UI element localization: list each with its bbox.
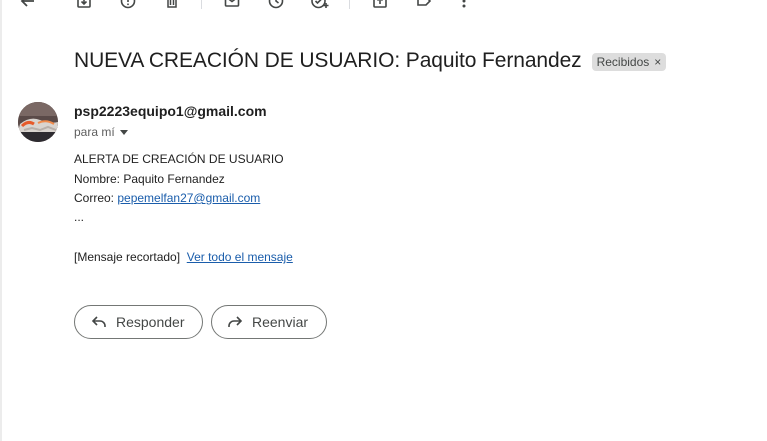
- snooze-icon[interactable]: [266, 0, 286, 11]
- chevron-down-icon: [119, 129, 128, 135]
- forward-label: Reenviar: [252, 314, 309, 330]
- email-prefix: Correo:: [74, 191, 118, 205]
- more-vert-icon[interactable]: [454, 0, 474, 11]
- view-full-message-link[interactable]: Ver todo el mensaje: [187, 250, 293, 264]
- email-toolbar: [0, 0, 767, 13]
- sender-email[interactable]: psp2223equipo1@gmail.com: [74, 103, 267, 119]
- pane-divider: [0, 0, 2, 441]
- forward-button[interactable]: Reenviar: [211, 305, 327, 339]
- report-spam-icon[interactable]: [118, 0, 138, 11]
- to-me-label: para mí: [74, 125, 115, 139]
- clipped-message-row: [Mensaje recortado] Ver todo el mensaje: [74, 250, 293, 264]
- add-task-icon[interactable]: [310, 0, 330, 11]
- recipient-details-toggle[interactable]: para mí: [74, 125, 128, 139]
- email-subject: NUEVA CREACIÓN DE USUARIO: Paquito Ferna…: [74, 49, 582, 72]
- sender-avatar[interactable]: [18, 102, 58, 142]
- body-line-alert: ALERTA DE CREACIÓN DE USUARIO: [74, 152, 284, 166]
- body-ellipsis: ...: [74, 210, 85, 224]
- reply-icon: [91, 315, 107, 329]
- label-icon[interactable]: [414, 0, 434, 11]
- inbox-label-chip[interactable]: Recibidos ×: [591, 53, 667, 71]
- move-to-icon[interactable]: [370, 0, 390, 11]
- back-arrow-icon[interactable]: [18, 0, 38, 11]
- reply-button[interactable]: Responder: [74, 305, 203, 339]
- user-email-link[interactable]: pepemelfan27@gmail.com: [117, 191, 260, 205]
- forward-icon: [227, 315, 243, 329]
- archive-icon[interactable]: [74, 0, 94, 11]
- body-line-email: Correo: pepemelfan27@gmail.com: [74, 191, 260, 205]
- inbox-label-text: Recibidos: [596, 54, 650, 69]
- email-view: NUEVA CREACIÓN DE USUARIO: Paquito Ferna…: [0, 0, 767, 441]
- toolbar-separator: [201, 0, 202, 9]
- remove-label-icon[interactable]: ×: [654, 55, 661, 69]
- body-line-name: Nombre: Paquito Fernandez: [74, 172, 225, 186]
- clipped-message-text: [Mensaje recortado]: [74, 250, 181, 264]
- toolbar-separator: [349, 0, 350, 9]
- subject-row: NUEVA CREACIÓN DE USUARIO: Paquito Ferna…: [74, 46, 667, 76]
- reply-label: Responder: [116, 314, 185, 330]
- delete-icon[interactable]: [162, 0, 182, 11]
- mark-unread-icon[interactable]: [222, 0, 242, 11]
